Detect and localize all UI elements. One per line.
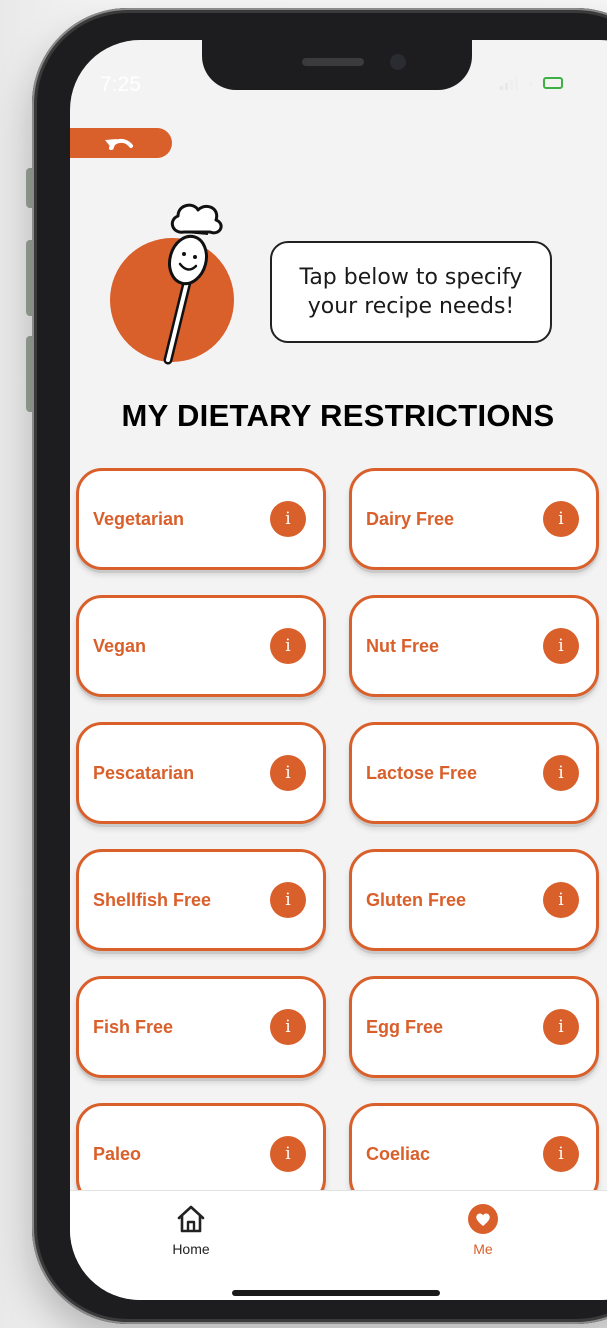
battery-icon	[542, 77, 563, 89]
info-icon[interactable]: i	[543, 501, 579, 537]
front-camera	[390, 54, 406, 70]
info-icon[interactable]: i	[270, 628, 306, 664]
back-button[interactable]	[70, 128, 172, 158]
restriction-card-vegetarian[interactable]: Vegetarian i	[76, 468, 326, 570]
signal-icon	[500, 76, 518, 90]
restriction-label: Nut Free	[366, 635, 440, 656]
notch	[202, 40, 472, 90]
info-icon[interactable]: i	[270, 1009, 306, 1045]
section-title: MY DIETARY RESTRICTIONS	[121, 398, 555, 433]
restriction-card-shellfish-free[interactable]: Shellfish Free i	[76, 849, 326, 951]
undo-arrow-icon	[105, 139, 133, 150]
tab-home[interactable]: Home	[146, 1203, 236, 1257]
restriction-label: Lactose Free	[366, 762, 478, 783]
restriction-label: Fish Free	[93, 1016, 174, 1037]
info-icon[interactable]: i	[543, 1009, 579, 1045]
speech-bubble: Tap below to specify your recipe needs!	[270, 241, 552, 343]
restriction-card-nut-free[interactable]: Nut Free i	[349, 595, 599, 697]
restriction-label: Vegan	[93, 635, 147, 656]
restriction-card-fish-free[interactable]: Fish Free i	[76, 976, 326, 1078]
restriction-label: Pescatarian	[93, 762, 195, 783]
restriction-label: Dairy Free	[366, 508, 455, 529]
app-screen: 7:25 ◦ Tap below to specify your recipe …	[70, 40, 607, 1300]
speaker-grille	[302, 58, 364, 66]
restriction-label: Vegetarian	[93, 508, 185, 529]
info-icon[interactable]: i	[270, 882, 306, 918]
tab-me[interactable]: Me	[438, 1203, 528, 1257]
info-icon[interactable]: i	[543, 755, 579, 791]
heart-icon	[468, 1204, 498, 1234]
restriction-card-dairy-free[interactable]: Dairy Free i	[349, 468, 599, 570]
home-indicator	[232, 1290, 440, 1296]
wifi-icon: ◦	[528, 75, 533, 91]
restriction-label: Gluten Free	[366, 889, 467, 910]
chef-spoon-mascot-icon	[110, 203, 234, 365]
restriction-label: Paleo	[93, 1143, 142, 1164]
bubble-line-2: your recipe needs!	[307, 294, 515, 319]
status-icons: ◦	[500, 76, 563, 90]
tab-bar: Home Me	[70, 1190, 607, 1300]
info-icon[interactable]: i	[543, 882, 579, 918]
info-icon[interactable]: i	[270, 755, 306, 791]
restriction-card-egg-free[interactable]: Egg Free i	[349, 976, 599, 1078]
restriction-label: Egg Free	[366, 1016, 444, 1037]
info-icon[interactable]: i	[543, 628, 579, 664]
device-mockup: 7:25 ◦ Tap below to specify your recipe …	[0, 0, 607, 1328]
restriction-label: Coeliac	[366, 1143, 431, 1164]
restriction-card-gluten-free[interactable]: Gluten Free i	[349, 849, 599, 951]
restriction-card-vegan[interactable]: Vegan i	[76, 595, 326, 697]
restriction-card-lactose-free[interactable]: Lactose Free i	[349, 722, 599, 824]
tab-me-label: Me	[473, 1241, 493, 1257]
info-icon[interactable]: i	[543, 1136, 579, 1172]
home-icon	[177, 1205, 205, 1233]
tab-home-label: Home	[172, 1241, 210, 1257]
restriction-label: Shellfish Free	[93, 889, 212, 910]
info-icon[interactable]: i	[270, 501, 306, 537]
bubble-line-1: Tap below to specify	[299, 265, 523, 290]
info-icon[interactable]: i	[270, 1136, 306, 1172]
status-time: 7:25	[100, 73, 141, 96]
restriction-card-pescatarian[interactable]: Pescatarian i	[76, 722, 326, 824]
restrictions-grid: Vegetarian i Dairy Free i Vegan i Nut Fr…	[76, 468, 602, 1205]
